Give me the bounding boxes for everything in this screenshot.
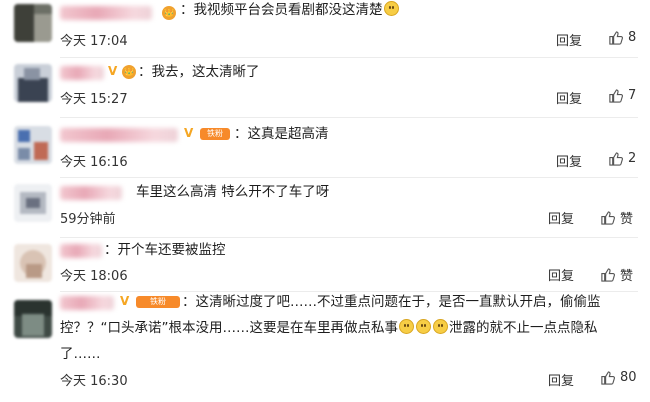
- username[interactable]: [60, 6, 152, 20]
- reply-button[interactable]: 回复: [548, 265, 574, 284]
- comment-feed: 👑 ：我视频平台会员看剧都没这清楚 今天 17:04 回复 8 V 👑 ：我去，…: [0, 0, 650, 402]
- comment-text: ：我视频平台会员看剧都没这清楚: [180, 0, 400, 23]
- comment-time: 59分钟前: [60, 212, 116, 227]
- reply-button[interactable]: 回复: [556, 30, 582, 49]
- reply-button[interactable]: 回复: [548, 370, 574, 389]
- comment-time: 今天 16:30: [60, 374, 128, 389]
- like-count: 7: [628, 88, 637, 103]
- comment-item: 👑 ：我视频平台会员看剧都没这清楚 今天 17:04 回复 8: [0, 0, 650, 58]
- comment-item: ：开个车还要被监控 今天 18:06 回复 赞: [0, 238, 650, 294]
- comment-item: V 铁粉 ：这清晰过度了吧……不过重点问题在于，是否一直默认开启，偷偷监 控？？…: [0, 292, 650, 402]
- smile-emoji-icon: [416, 319, 431, 334]
- thumbs-up-icon: [609, 31, 623, 45]
- like-count: 8: [628, 30, 637, 45]
- username[interactable]: [60, 186, 122, 200]
- comment-time: 今天 17:04: [60, 34, 128, 49]
- level-badge-icon: 👑: [122, 65, 136, 79]
- username[interactable]: [60, 244, 102, 258]
- comment-text-line-1: ：这清晰过度了吧……不过重点问题在于，是否一直默认开启，偷偷监: [182, 294, 601, 310]
- like-button[interactable]: 80: [600, 370, 637, 385]
- username[interactable]: [60, 128, 178, 142]
- comment-item: 车里这么高清 特么开不了车了呀 59分钟前 回复 赞: [0, 178, 650, 238]
- like-button[interactable]: 2: [608, 151, 636, 166]
- avatar[interactable]: [14, 244, 52, 282]
- comment-time: 今天 18:06: [60, 269, 128, 284]
- comment-item: V 👑 ：我去，这太清晰了 今天 15:27 回复 7: [0, 58, 650, 118]
- smile-emoji-icon: [433, 319, 448, 334]
- comment-text: 车里这么高清 特么开不了车了呀: [136, 184, 330, 200]
- reply-button[interactable]: 回复: [556, 151, 582, 170]
- fan-badge: 铁粉: [200, 128, 230, 140]
- like-count: 2: [628, 151, 637, 166]
- reply-button[interactable]: 回复: [556, 88, 582, 107]
- username[interactable]: [60, 296, 114, 310]
- verified-icon: V: [184, 126, 194, 140]
- like-count: 赞: [620, 269, 634, 284]
- avatar[interactable]: [14, 126, 52, 164]
- thumbs-up-icon: [601, 268, 615, 282]
- like-button[interactable]: 7: [608, 88, 636, 103]
- comment-text: ：我去，这太清晰了: [138, 64, 260, 80]
- comment-time: 今天 15:27: [60, 92, 128, 107]
- avatar[interactable]: [14, 64, 52, 102]
- level-badge-icon: 👑: [162, 6, 176, 20]
- smile-emoji-icon: [399, 319, 414, 334]
- comment-text-line-3: 了……: [60, 346, 101, 362]
- like-count: 赞: [620, 212, 634, 227]
- comment-item: V 铁粉 ：这真是超高清 今天 16:16 回复 2: [0, 118, 650, 178]
- comment-text: ：这真是超高清: [234, 126, 329, 142]
- avatar[interactable]: [14, 4, 52, 42]
- thumbs-up-icon: [609, 152, 623, 166]
- comment-text-line-2: 控？？“口头承诺”根本没用……这要是在车里再做点私事 泄露的就不止一点点隐私: [60, 319, 598, 336]
- verified-icon: V: [120, 294, 130, 308]
- avatar[interactable]: [14, 184, 52, 222]
- comment-time: 今天 16:16: [60, 155, 128, 170]
- verified-icon: V: [108, 64, 118, 78]
- smile-emoji-icon: [383, 1, 399, 16]
- fan-badge: 铁粉: [136, 296, 180, 308]
- like-button[interactable]: 赞: [600, 208, 633, 227]
- thumbs-up-icon: [601, 371, 615, 385]
- avatar[interactable]: [14, 300, 52, 338]
- like-button[interactable]: 赞: [600, 265, 633, 284]
- username[interactable]: [60, 66, 104, 80]
- like-button[interactable]: 8: [608, 30, 636, 45]
- thumbs-up-icon: [609, 89, 623, 103]
- thumbs-up-icon: [601, 211, 615, 225]
- reply-button[interactable]: 回复: [548, 208, 574, 227]
- comment-text: ：开个车还要被监控: [104, 242, 226, 258]
- like-count: 80: [620, 370, 637, 385]
